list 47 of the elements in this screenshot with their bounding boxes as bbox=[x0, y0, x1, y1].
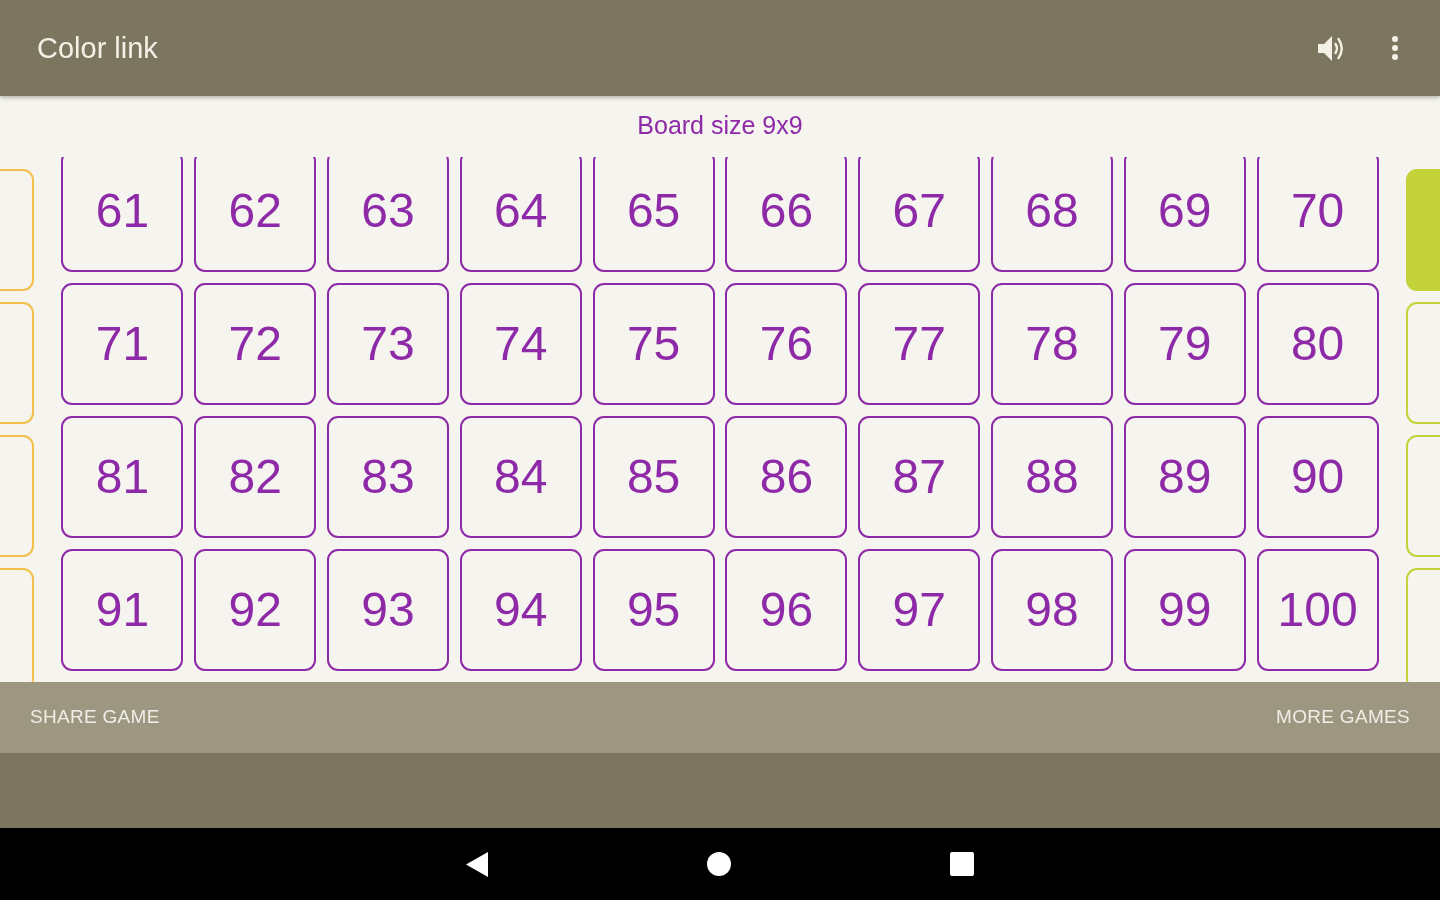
level-tile[interactable]: 99 bbox=[1123, 549, 1246, 671]
level-tile[interactable]: 89 bbox=[1123, 416, 1246, 538]
level-tile[interactable]: 75 bbox=[592, 283, 715, 405]
level-tile[interactable]: 79 bbox=[1123, 283, 1246, 405]
level-tile[interactable]: 96 bbox=[725, 549, 848, 671]
level-tile[interactable]: 83 bbox=[327, 416, 449, 538]
level-tile[interactable]: 74 bbox=[459, 283, 582, 405]
level-tile[interactable]: 81 bbox=[61, 416, 184, 538]
level-tile[interactable]: 70 bbox=[1256, 157, 1379, 272]
level-tile[interactable]: 80 bbox=[1256, 283, 1379, 405]
speaker-icon[interactable] bbox=[1318, 34, 1346, 62]
level-tile[interactable]: 77 bbox=[858, 283, 981, 405]
back-icon[interactable] bbox=[466, 851, 488, 877]
level-tile[interactable]: 76 bbox=[725, 283, 848, 405]
level-tile[interactable]: 91 bbox=[61, 549, 184, 671]
level-tile[interactable]: 64 bbox=[459, 157, 582, 272]
board-size-label: Board size 9x9 bbox=[637, 109, 803, 140]
level-tile[interactable]: 63 bbox=[327, 157, 449, 272]
level-tile[interactable]: 98 bbox=[991, 549, 1113, 671]
home-icon[interactable] bbox=[707, 852, 731, 876]
recents-icon[interactable] bbox=[950, 852, 974, 876]
level-tile[interactable]: 88 bbox=[991, 416, 1113, 538]
level-tile[interactable]: 62 bbox=[194, 157, 317, 272]
level-tile[interactable]: 100 bbox=[1256, 549, 1379, 671]
level-tile[interactable]: 92 bbox=[194, 549, 317, 671]
level-tile[interactable]: 66 bbox=[725, 157, 848, 272]
level-tile[interactable]: 68 bbox=[991, 157, 1113, 272]
more-options-icon[interactable] bbox=[1392, 36, 1398, 60]
level-tile[interactable]: 61 bbox=[61, 157, 184, 272]
level-tile[interactable]: 71 bbox=[61, 283, 184, 405]
level-tile[interactable]: 85 bbox=[592, 416, 715, 538]
level-tile[interactable]: 93 bbox=[327, 549, 449, 671]
level-tile[interactable]: 72 bbox=[194, 283, 317, 405]
level-tile[interactable]: 94 bbox=[459, 549, 582, 671]
level-tile[interactable]: 97 bbox=[858, 549, 981, 671]
level-tile[interactable]: 65 bbox=[592, 157, 715, 272]
level-tile[interactable]: 95 bbox=[592, 549, 715, 671]
app-title: Color link bbox=[37, 30, 158, 66]
level-tile[interactable]: 87 bbox=[858, 416, 981, 538]
level-tile[interactable]: 78 bbox=[991, 283, 1113, 405]
level-tile[interactable]: 67 bbox=[858, 157, 981, 272]
level-tile[interactable]: 84 bbox=[459, 416, 582, 538]
level-tile[interactable]: 90 bbox=[1256, 416, 1379, 538]
level-tile[interactable]: 86 bbox=[725, 416, 848, 538]
level-tile[interactable]: 82 bbox=[194, 416, 317, 538]
level-tile[interactable]: 69 bbox=[1123, 157, 1246, 272]
level-tile[interactable]: 73 bbox=[327, 283, 449, 405]
